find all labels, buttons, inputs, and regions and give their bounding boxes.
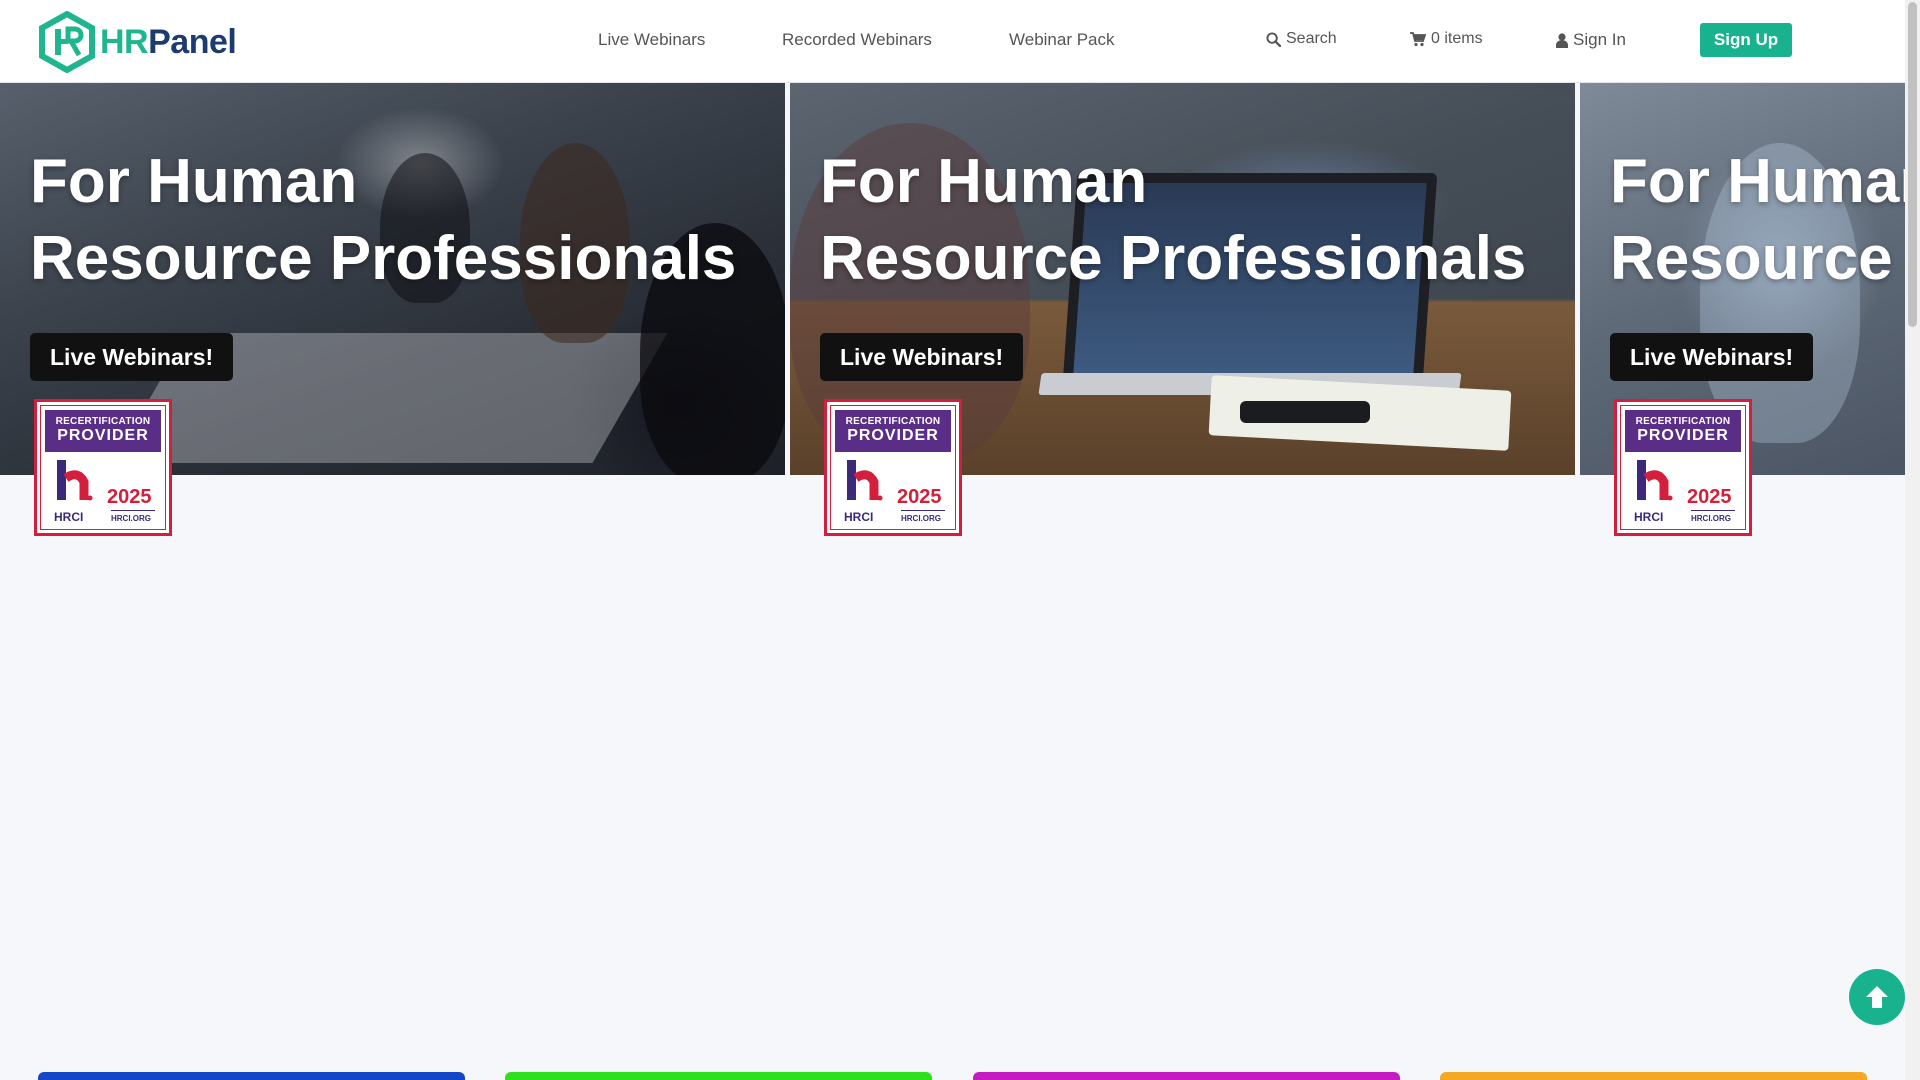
hrci-h-icon xyxy=(1637,460,1673,501)
hrci-h-icon xyxy=(847,460,883,501)
category-card-green[interactable] xyxy=(505,1072,932,1080)
user-icon xyxy=(1556,32,1568,48)
slide-1-live-webinars-button[interactable]: Live Webinars! xyxy=(30,333,234,381)
hrci-provider-badge-1: RECERTIFICATION PROVIDER HRCI 2025 HRCI.O… xyxy=(34,399,172,536)
category-card-blue[interactable] xyxy=(38,1072,465,1080)
slide-3-live-webinars-button[interactable]: Live Webinars! xyxy=(1610,333,1814,381)
page-scrollbar[interactable] xyxy=(1905,0,1920,1080)
category-card-magenta[interactable] xyxy=(973,1072,1400,1080)
cart-count: 0 items xyxy=(1431,30,1483,47)
slide-2-live-webinars-button[interactable]: Live Webinars! xyxy=(820,333,1024,381)
nav-live-webinars[interactable]: Live Webinars xyxy=(598,30,705,50)
sign-in-link[interactable]: Sign In xyxy=(1556,30,1626,50)
search-label: Search xyxy=(1286,30,1337,47)
site-header: HRPanel Live Webinars Recorded Webinars … xyxy=(0,0,1905,83)
back-to-top-button[interactable] xyxy=(1849,969,1905,1025)
hrci-provider-badge-2: RECERTIFICATION PROVIDER HRCI 2025 HRCI.O… xyxy=(824,399,962,536)
nav-recorded-webinars[interactable]: Recorded Webinars xyxy=(782,30,932,50)
arrow-up-icon xyxy=(1866,986,1888,1008)
category-card-orange[interactable] xyxy=(1440,1072,1867,1080)
sign-up-button[interactable]: Sign Up xyxy=(1700,23,1792,57)
search-icon xyxy=(1266,31,1281,47)
search-button[interactable]: Search xyxy=(1266,30,1337,48)
hrpanel-logo[interactable]: HRPanel xyxy=(38,11,237,73)
logo-text: HRPanel xyxy=(100,22,237,61)
hrci-h-icon xyxy=(57,460,93,501)
scrollbar-thumb[interactable] xyxy=(1908,2,1917,327)
hr-hexagon-icon xyxy=(39,11,95,73)
nav-webinar-pack[interactable]: Webinar Pack xyxy=(1009,30,1115,50)
hrci-provider-badge-3: RECERTIFICATION PROVIDER HRCI 2025 HRCI.O… xyxy=(1614,399,1752,536)
slide-3-title: For HumanResource Professionals xyxy=(1610,147,1905,293)
cart-button[interactable]: 0 items xyxy=(1410,30,1483,48)
cart-icon xyxy=(1410,31,1426,46)
slide-2-title: For Human Resource Professionals xyxy=(820,147,1527,293)
slide-1-title: For Human Resource Professionals xyxy=(30,147,737,293)
sign-in-label: Sign In xyxy=(1573,30,1626,49)
